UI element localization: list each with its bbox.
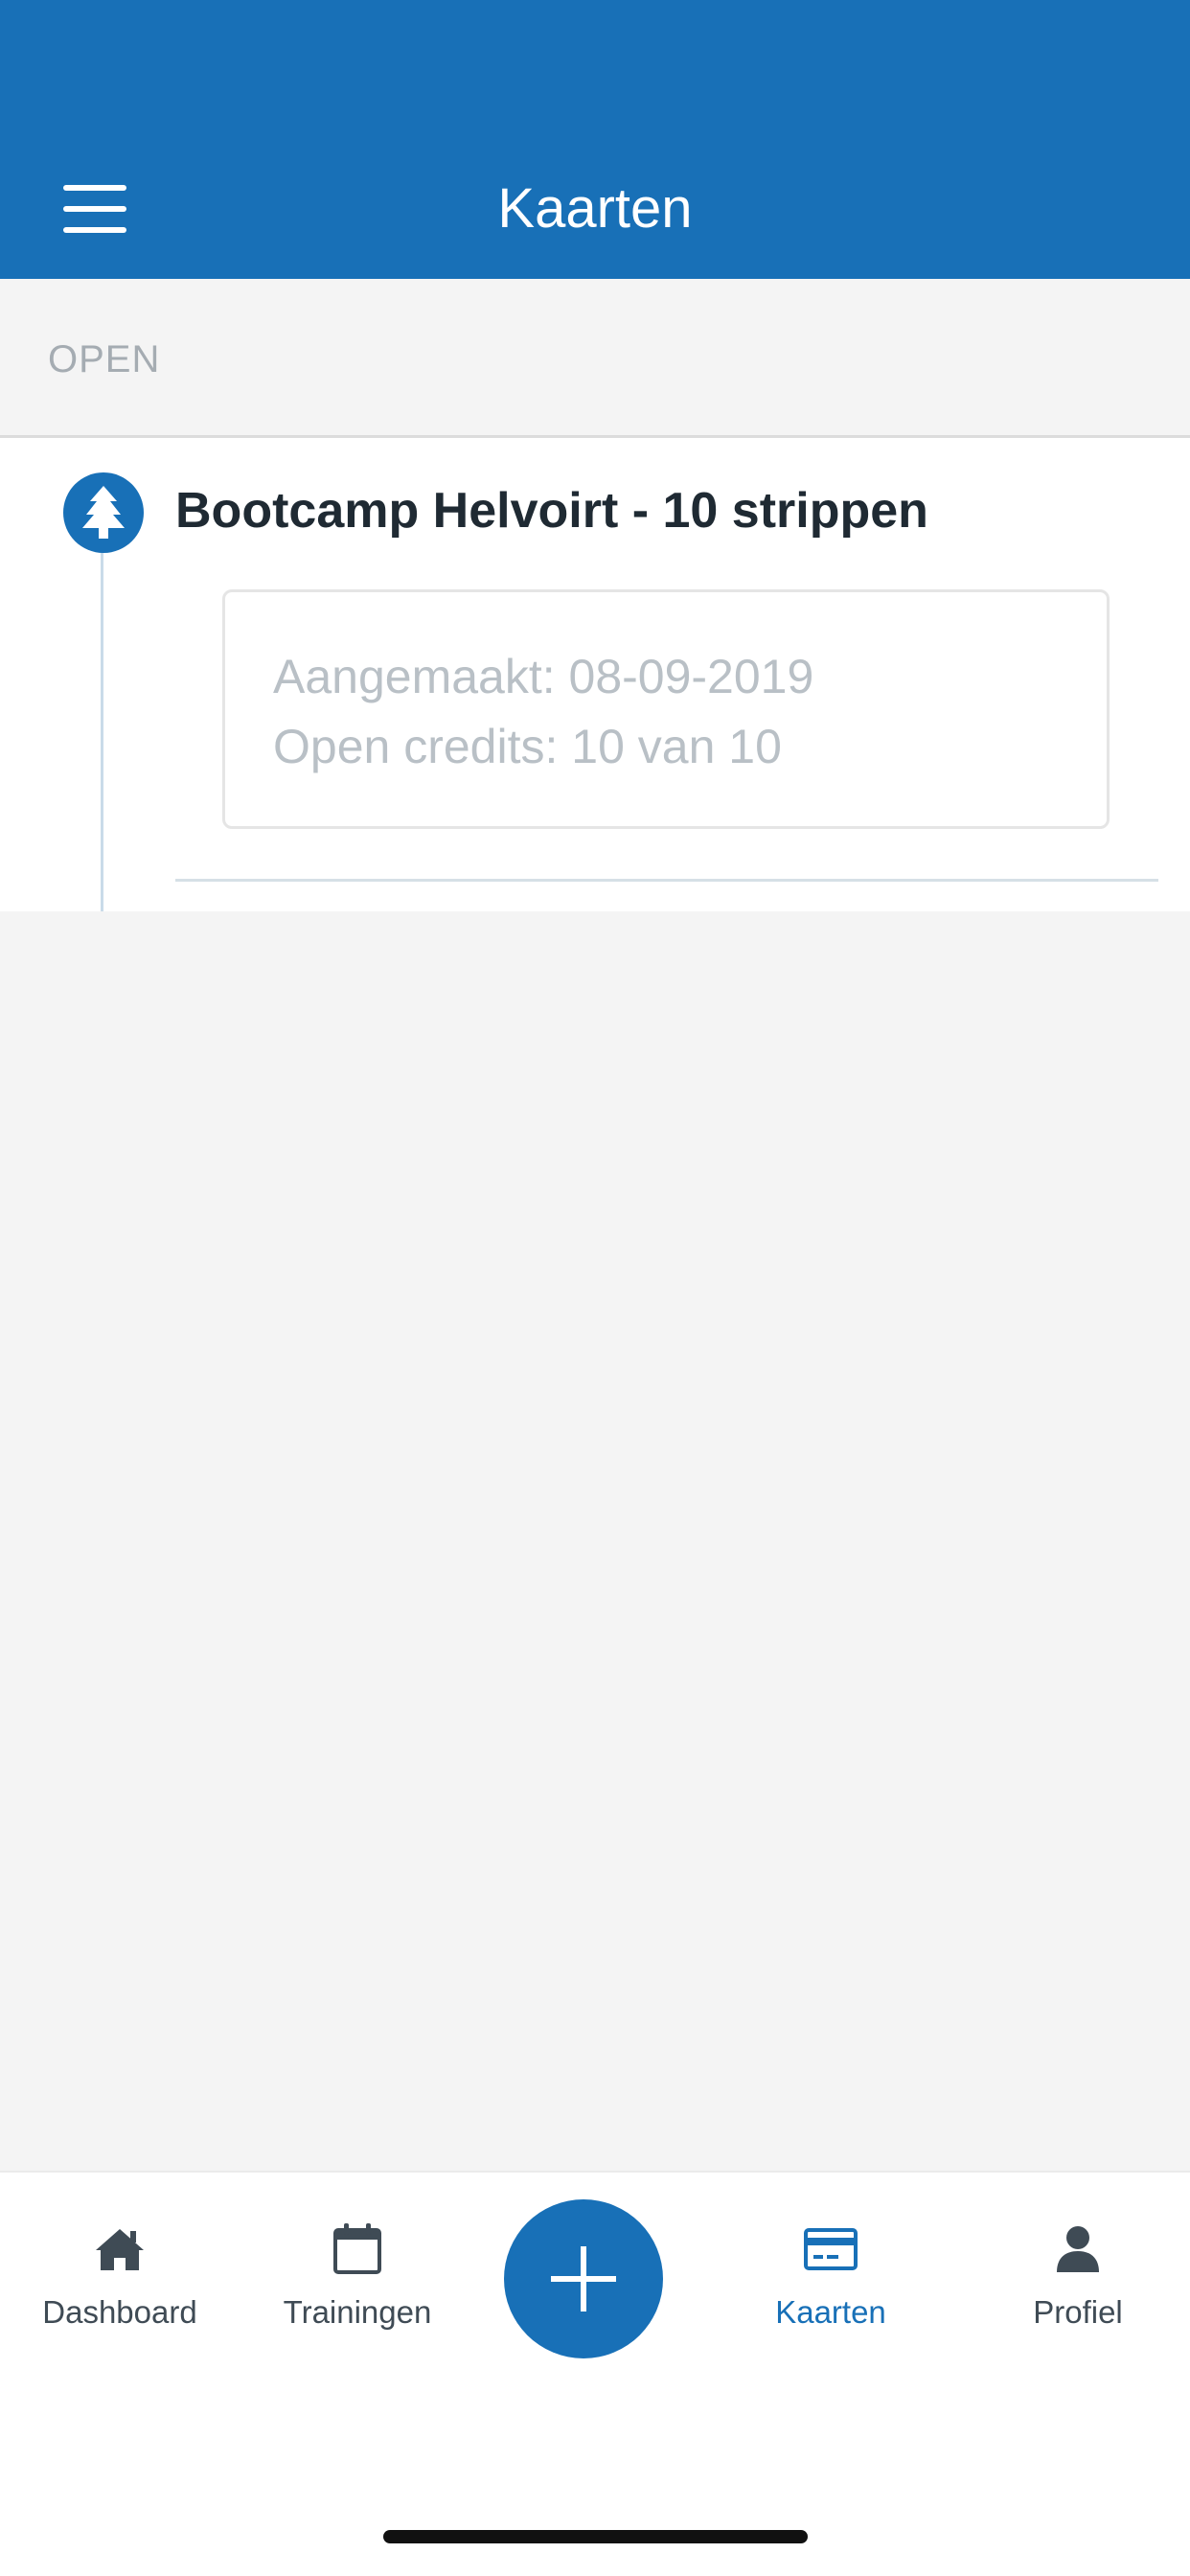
card-type-badge — [63, 472, 144, 553]
tab-dashboard[interactable]: Dashboard — [0, 2220, 240, 2355]
card-details: Aangemaakt: 08-09-2019 Open credits: 10 … — [222, 589, 1110, 829]
section-label-open: OPEN — [48, 338, 161, 380]
calendar-icon — [333, 2223, 381, 2274]
home-icon — [96, 2229, 144, 2270]
home-indicator[interactable] — [383, 2530, 808, 2543]
plus-icon — [551, 2246, 616, 2312]
credit-card-icon — [804, 2228, 858, 2270]
tree-icon — [82, 486, 125, 539]
page-title: Kaarten — [497, 177, 693, 240]
tab-trainingen[interactable]: Trainingen — [238, 2220, 477, 2355]
bottom-tab-bar: Dashboard Trainingen Kaarten Profiel — [0, 2171, 1190, 2576]
tab-label-trainingen: Trainingen — [283, 2294, 432, 2330]
card-divider — [175, 879, 1158, 882]
app-header: Kaarten — [0, 0, 1190, 279]
card-title: Bootcamp Helvoirt - 10 strippen — [175, 483, 928, 539]
section-header: OPEN — [0, 279, 1190, 438]
timeline-line — [101, 505, 103, 911]
card-open-credits: Open credits: 10 van 10 — [273, 720, 782, 773]
tab-label-profiel: Profiel — [1033, 2294, 1123, 2330]
add-button[interactable] — [504, 2199, 663, 2358]
tab-kaarten[interactable]: Kaarten — [711, 2220, 950, 2355]
card-list: Bootcamp Helvoirt - 10 strippen Aangemaa… — [0, 438, 1190, 911]
card-created-date: Aangemaakt: 08-09-2019 — [273, 650, 814, 703]
user-icon — [1057, 2226, 1099, 2272]
tab-label-kaarten: Kaarten — [775, 2294, 886, 2330]
tab-profiel[interactable]: Profiel — [958, 2220, 1190, 2355]
tab-label-dashboard: Dashboard — [42, 2294, 197, 2330]
